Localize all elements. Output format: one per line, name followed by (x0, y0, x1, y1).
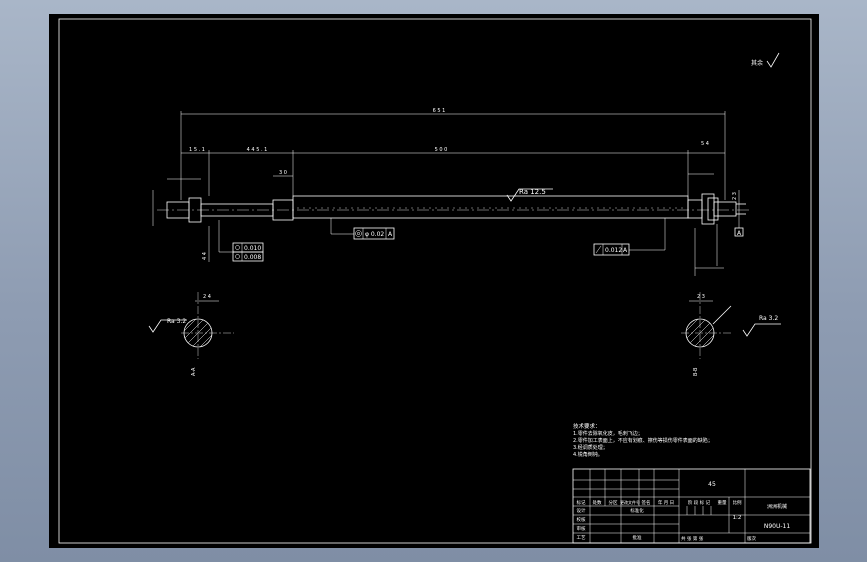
notes-item-3: 3.经调质处理； (573, 444, 608, 451)
dim-right-seg-text: 5 4 (701, 141, 709, 147)
tb-footer-right: 版次 (747, 535, 756, 542)
drawing-viewport[interactable]: 其余 6 5 1 1 5 . 1 4 4 5 . 1 5 0 0 5 4 3 0… (49, 14, 819, 548)
dim-row-2: 1 5 . 1 4 4 5 . 1 5 0 0 5 4 (181, 141, 725, 196)
notes-title: 技术要求： (573, 422, 601, 430)
notes-item-1: 1.零件去除氧化皮，毛刺飞边； (573, 430, 643, 437)
shaft-right-step (687, 199, 703, 219)
shaft-body (292, 195, 689, 219)
dim-left-seg-text: 1 5 . 1 (189, 147, 205, 153)
tol-coax-text: φ 0.02 (365, 231, 384, 238)
section-right-rough: Ra 3.2 (759, 315, 778, 322)
section-left: 2 4 Ra 3.2 A-A (148, 292, 234, 376)
tol-coax-leader (330, 218, 354, 235)
tol-flat1-text: 0.010 (244, 245, 261, 252)
tol-coax-icon (355, 230, 362, 237)
cad-drawing: 其余 6 5 1 1 5 . 1 4 4 5 . 1 5 0 0 5 4 3 0… (58, 18, 812, 544)
roughness-corner-symbol (766, 52, 780, 68)
tol-frame-1-icon (235, 245, 240, 250)
shaft-right-end (713, 201, 737, 217)
tol-coax-ref: A (388, 231, 393, 238)
tb-role-check: 校核 (577, 516, 586, 523)
tb-footer-left: 共 张 第 张 (681, 535, 704, 542)
tb-scale-label: 比例 (733, 499, 742, 506)
roughness-corner-label: 其余 (751, 59, 763, 67)
dim-mid-seg-text: 4 4 5 . 1 (247, 147, 268, 153)
tb-std-label: 标准化 (630, 507, 644, 514)
tb-approve-label: 批准 (633, 534, 642, 541)
tb-weight-label: 重量 (718, 499, 727, 506)
dim-d2-text: 2 3 (732, 192, 738, 200)
tb-change-1: 处数 (593, 499, 602, 506)
tb-role-design: 设计 (577, 507, 586, 514)
tb-change-0: 标记 (577, 499, 586, 506)
tol-runout-ref: A (623, 247, 628, 254)
roughness-main-label: Ra 12.5 (519, 188, 546, 196)
tech-notes: 技术要求： 1.零件去除氧化皮，毛刺飞边； 2.零件加工表面上，不应有划痕、擦伤… (573, 422, 713, 458)
tol-flat2-text: 0.008 (244, 254, 261, 261)
notes-item-2: 2.零件加工表面上，不应有划痕、擦伤等损伤零件表面的缺陷； (573, 437, 713, 444)
tol-frame-2-icon (235, 254, 240, 259)
section-right-dim: 2 3 (697, 294, 705, 300)
tb-change-4: 签名 (642, 499, 651, 506)
shaft-main-view (157, 193, 749, 225)
tol-coax-icon-inner (356, 231, 361, 236)
section-left-label: A-A (191, 367, 197, 376)
tb-stage-label: 阶 段 标 记 (688, 499, 711, 506)
tol-runout-icon (595, 245, 602, 254)
tb-company: 洲洲机械 (767, 503, 787, 510)
dim-step-text: 3 0 (279, 170, 287, 176)
tb-material: 45 (708, 481, 716, 488)
dim-long-seg-text: 5 0 0 (435, 147, 448, 153)
tb-change-2: 分区 (609, 499, 618, 506)
tol-runout-text: 0.012 (605, 247, 622, 254)
section-left-dim: 2 4 (203, 294, 211, 300)
dim-overall-text: 6 5 1 (433, 108, 446, 114)
tb-scale: 1:2 (733, 515, 742, 521)
section-left-rough: Ra 3.2 (167, 318, 186, 325)
tb-change-3: 更改文件号 (620, 499, 640, 505)
drawing-border (58, 18, 812, 544)
tb-role-review: 审核 (577, 525, 586, 532)
section-right: 2 3 Ra 3.2 B-B (681, 292, 781, 376)
notes-item-4: 4.锐角倒钝。 (573, 451, 603, 458)
dim-d1-text: 4 4 (202, 252, 208, 260)
tol-left-leader (218, 220, 233, 253)
dim-overall: 6 5 1 (180, 108, 726, 200)
tb-change-5: 年 月 日 (658, 499, 674, 506)
shaft-right-keyway (707, 197, 719, 221)
tb-drawing-no: N90U-11 (764, 523, 790, 530)
title-block: 标记 处数 分区 更改文件号 签名 年 月 日 设计 校核 审核 工艺 标准化 … (572, 468, 811, 544)
tb-role-process: 工艺 (577, 535, 586, 541)
tol-runout-leader (629, 218, 666, 251)
section-right-label: B-B (693, 367, 699, 376)
